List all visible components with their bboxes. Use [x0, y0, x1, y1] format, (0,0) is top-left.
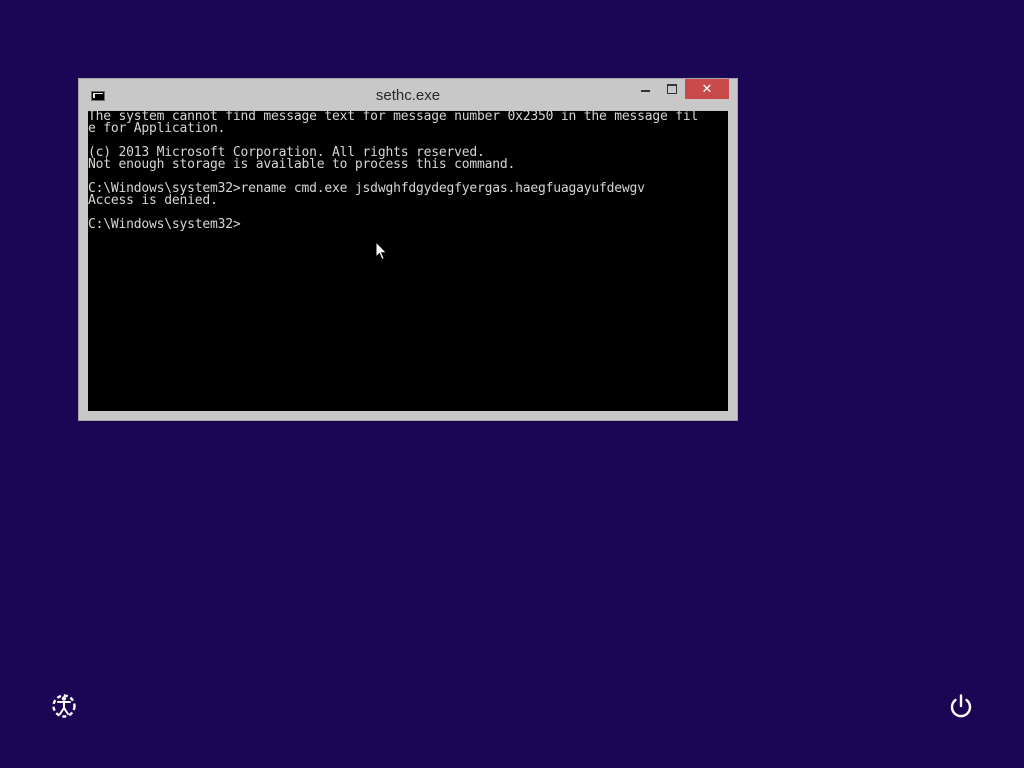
- minimize-icon: [641, 90, 650, 92]
- ease-of-access-icon[interactable]: [50, 692, 78, 720]
- console-text: The system cannot find message text for …: [88, 111, 728, 231]
- minimize-button[interactable]: [635, 79, 657, 99]
- maximize-icon: [667, 84, 677, 94]
- mouse-pointer-icon: [375, 241, 388, 261]
- power-icon[interactable]: [947, 692, 975, 720]
- console-output[interactable]: The system cannot find message text for …: [88, 111, 728, 411]
- console-prompt[interactable]: C:\Windows\system32>: [88, 218, 728, 231]
- title-bar[interactable]: sethc.exe ✕: [79, 79, 737, 111]
- close-icon: ✕: [701, 82, 713, 97]
- console-window: sethc.exe ✕ The system cannot find messa…: [78, 78, 738, 421]
- console-line: Access is denied.: [88, 193, 218, 208]
- console-line: e for Application.: [88, 121, 226, 136]
- close-button[interactable]: ✕: [685, 79, 729, 99]
- maximize-button[interactable]: [661, 79, 683, 99]
- console-line: Not enough storage is available to proce…: [88, 157, 516, 172]
